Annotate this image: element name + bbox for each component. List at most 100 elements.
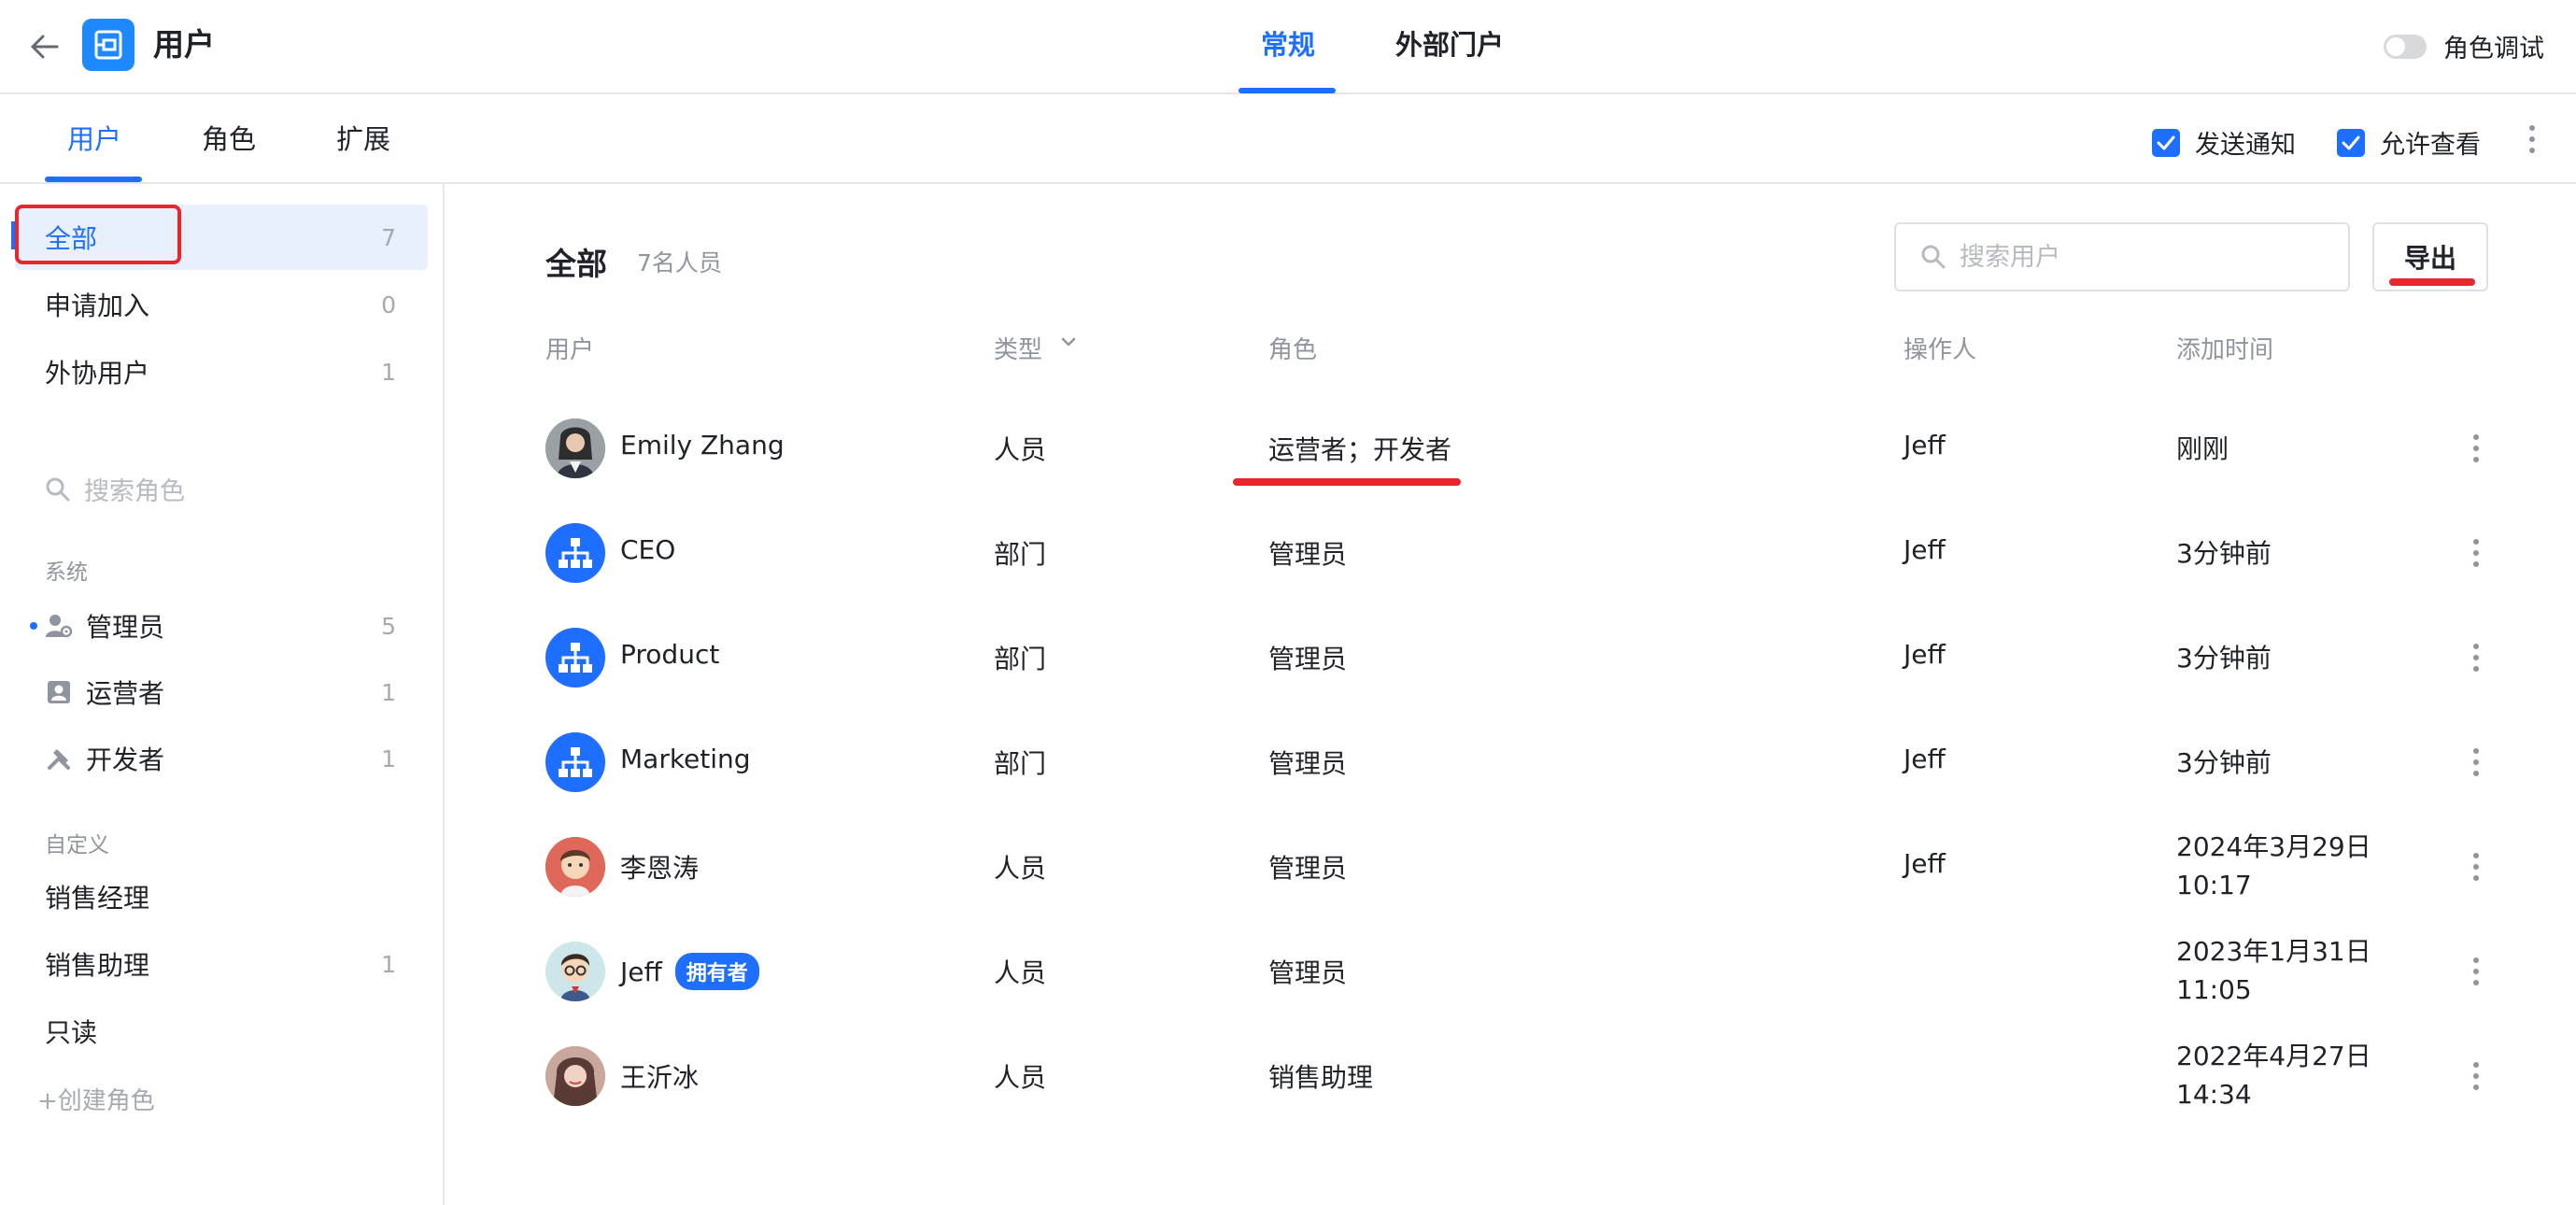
sidebar-item-count: 1: [381, 358, 396, 386]
column-header-user: 用户: [545, 336, 595, 364]
user-name: CEO: [620, 534, 675, 565]
sidebar-item-all[interactable]: 全部 7: [15, 205, 428, 270]
user-search-input[interactable]: [1960, 242, 2314, 272]
added-clock-line: 10:17: [2176, 870, 2252, 900]
sidebar-item-pending-join[interactable]: 申请加入 0: [15, 272, 428, 337]
column-header-type[interactable]: 类型: [994, 331, 1042, 365]
role-search-placeholder: 搜索角色: [84, 477, 185, 506]
user-role: 运营者；开发者: [1268, 434, 1452, 465]
row-more-icon[interactable]: [2462, 953, 2490, 990]
added-time-line: 3分钟前: [2176, 747, 2272, 778]
user-role: 管理员: [1268, 748, 1348, 779]
user-operator: Jeff: [1904, 639, 1946, 670]
sidebar-item-count: 1: [381, 950, 396, 978]
added-time-line: 3分钟前: [2176, 643, 2272, 673]
back-arrow-icon[interactable]: [26, 28, 64, 65]
sidebar-item-operator[interactable]: 运营者 1: [15, 660, 428, 724]
active-tab-indicator: [1238, 88, 1336, 93]
active-item-marker: [11, 221, 15, 249]
role-debug-toggle[interactable]: 角色调试: [2384, 28, 2544, 64]
checkbox-checked-icon[interactable]: [2337, 128, 2365, 157]
photo-avatar: [545, 418, 605, 478]
sidebar-item-label: 管理员: [86, 612, 165, 643]
tab-external-portal[interactable]: 外部门户: [1395, 24, 1504, 65]
table-row[interactable]: 王沂冰 人员 销售助理 2022年4月27日 14:34: [545, 1029, 2498, 1123]
role-search-input[interactable]: 搜索角色: [45, 471, 185, 507]
row-more-icon[interactable]: [2462, 1057, 2490, 1095]
user-type: 部门: [994, 539, 1047, 570]
app-title: 用户: [153, 26, 215, 63]
user-name: 李恩涛: [620, 848, 699, 886]
sidebar-item-count: 1: [381, 678, 396, 706]
added-clock-line: 14:34: [2176, 1079, 2252, 1110]
added-date-line: 2023年1月31日: [2176, 936, 2371, 967]
sidebar-item-sales-assistant[interactable]: 销售助理 1: [15, 932, 428, 996]
user-name-text: Marketing: [620, 744, 751, 774]
role-debug-label: 角色调试: [2443, 35, 2544, 64]
added-clock-line: 11:05: [2176, 974, 2252, 1005]
user-name: Jeff 拥有者: [620, 953, 759, 990]
more-options-icon[interactable]: [2518, 120, 2546, 158]
user-operator: Jeff: [1904, 744, 1946, 774]
sidebar-item-admin[interactable]: 管理员 5: [15, 594, 428, 658]
table-row[interactable]: 李恩涛 人员 管理员 Jeff 2024年3月29日 10:17: [545, 820, 2498, 914]
table-row[interactable]: Marketing 部门 管理员 Jeff 3分钟前: [545, 716, 2498, 809]
sidebar-item-count: 1: [381, 744, 396, 773]
sidebar-item-label: 开发者: [86, 744, 165, 775]
allow-view-checkbox[interactable]: 允许查看: [2337, 124, 2481, 161]
chevron-down-icon[interactable]: [1059, 333, 1078, 355]
sidebar-item-sales-manager[interactable]: 销售经理: [15, 865, 428, 929]
user-role: 管理员: [1268, 539, 1348, 570]
sidebar-item-count: 7: [381, 223, 396, 251]
row-more-icon[interactable]: [2462, 430, 2490, 467]
user-name: Product: [620, 639, 719, 670]
user-name: Marketing: [620, 744, 751, 774]
user-name-text: Product: [620, 639, 720, 670]
checkbox-checked-icon[interactable]: [2152, 128, 2180, 157]
user-type: 人员: [994, 434, 1047, 465]
table-row[interactable]: CEO 部门 管理员 Jeff 3分钟前: [545, 506, 2498, 600]
department-icon: [545, 628, 605, 688]
table-row[interactable]: Emily Zhang 人员 运营者；开发者 Jeff 刚刚: [545, 402, 2498, 495]
user-name-text: Jeff: [620, 956, 662, 987]
department-icon: [545, 732, 605, 792]
user-type: 人员: [994, 853, 1047, 884]
row-more-icon[interactable]: [2462, 848, 2490, 886]
send-notify-checkbox[interactable]: 发送通知: [2152, 124, 2296, 161]
annotation-underline: [1233, 478, 1461, 486]
sidebar-item-external-users[interactable]: 外协用户 1: [15, 339, 428, 404]
user-operator: Jeff: [1904, 430, 1946, 461]
user-name: Emily Zhang: [620, 430, 785, 461]
sidebar-item-label: 外协用户: [45, 358, 150, 389]
sidebar-item-read-only[interactable]: 只读: [15, 999, 428, 1063]
row-more-icon[interactable]: [2462, 534, 2490, 572]
sidebar-item-label: 销售助理: [45, 950, 150, 981]
search-icon: [1921, 245, 1946, 269]
create-role-button[interactable]: +创建角色: [37, 1082, 155, 1116]
row-more-icon[interactable]: [2462, 639, 2490, 676]
department-icon: [545, 523, 605, 583]
column-header-added-time: 添加时间: [2176, 336, 2274, 364]
tab-general[interactable]: 常规: [1261, 24, 1315, 65]
sidebar-item-label: 运营者: [86, 678, 165, 709]
tab-users[interactable]: 用户: [67, 119, 121, 160]
admin-icon: [45, 612, 73, 640]
photo-avatar: [545, 1046, 605, 1106]
user-type: 人员: [994, 957, 1047, 988]
owner-badge: 拥有者: [674, 953, 759, 990]
cartoon-avatar: [545, 837, 605, 897]
operator-icon: [45, 678, 73, 706]
table-row[interactable]: Product 部门 管理员 Jeff 3分钟前: [545, 611, 2498, 704]
member-count: 7名人员: [637, 249, 722, 276]
tab-roles[interactable]: 角色: [202, 119, 256, 160]
tab-extensions[interactable]: 扩展: [336, 119, 390, 160]
user-search-box[interactable]: [1894, 222, 2350, 291]
user-type: 部门: [994, 748, 1047, 779]
active-subtab-indicator: [45, 177, 142, 182]
table-row[interactable]: Jeff 拥有者 人员 管理员 2023年1月31日 11:05: [545, 925, 2498, 1018]
row-more-icon[interactable]: [2462, 744, 2490, 781]
user-role: 管理员: [1268, 957, 1348, 988]
sidebar-item-developer[interactable]: 开发者 1: [15, 727, 428, 790]
toggle-switch[interactable]: [2384, 34, 2427, 59]
user-role: 管理员: [1268, 644, 1348, 674]
